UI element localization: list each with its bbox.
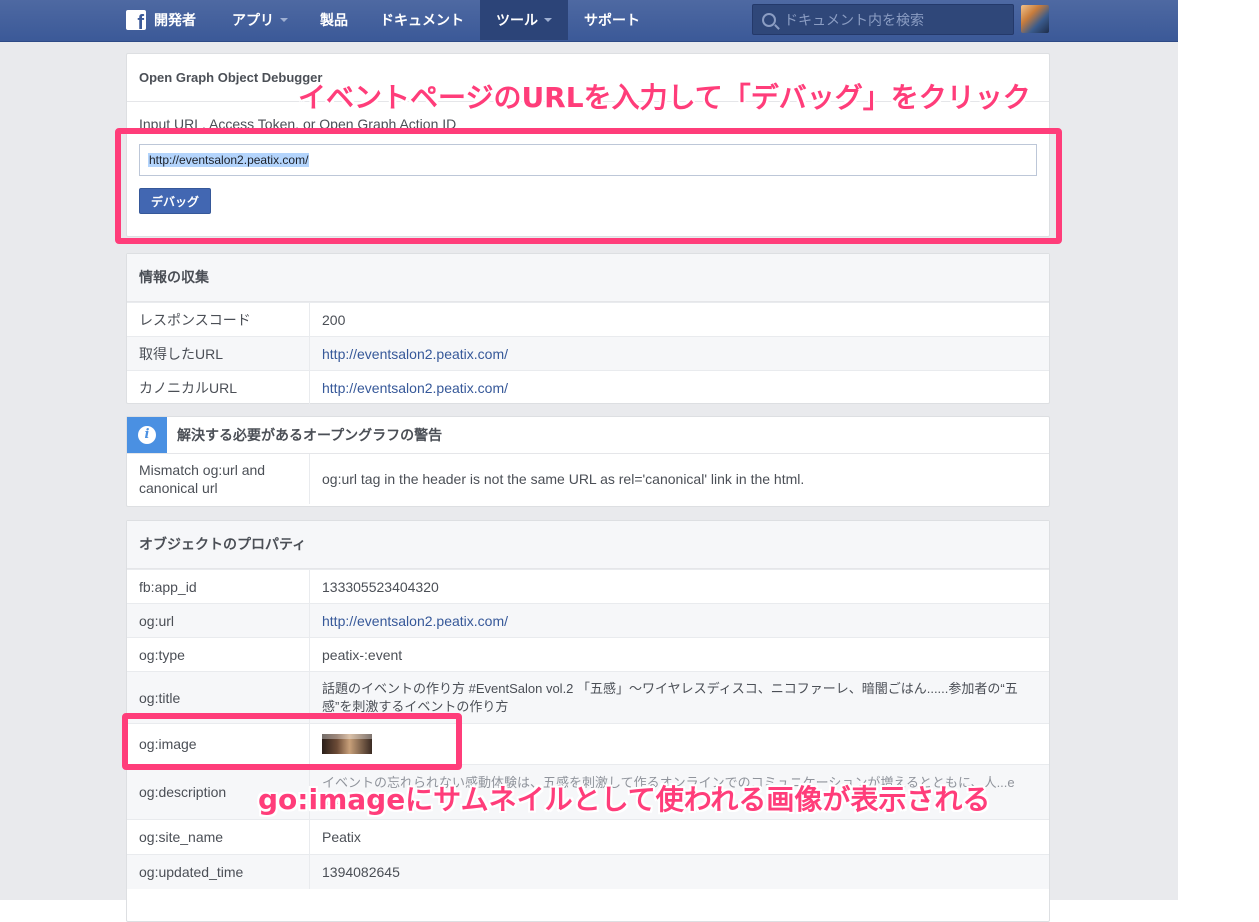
table-row: og:url http://eventsalon2.peatix.com/ [127,603,1049,637]
search-input[interactable] [782,10,1006,29]
nav-item-label: ツール [496,12,538,28]
nav-item-products[interactable]: 製品 [304,0,364,40]
highlight-url-input-box [115,128,1062,244]
row-key: og:url [127,604,310,637]
row-value: http://eventsalon2.peatix.com/ [310,337,1049,370]
row-key: カノニカルURL [127,371,310,404]
search-icon [762,12,776,27]
warnings-panel: i 解決する必要があるオープングラフの警告 Mismatch og:url an… [126,416,1050,507]
warnings-header: i 解決する必要があるオープングラフの警告 [127,417,1049,454]
table-row: 取得したURL http://eventsalon2.peatix.com/ [127,336,1049,370]
nav-bar: f 開発者 アプリ 製品 ドキュメント ツール サポート [126,0,656,40]
info-icon: i [127,417,167,453]
nav-item-label: アプリ [232,12,274,28]
row-key: fb:app_id [127,570,310,603]
facebook-logo-icon[interactable]: f [126,10,146,33]
fetched-url-link[interactable]: http://eventsalon2.peatix.com/ [322,346,508,362]
table-row: Mismatch og:url and canonical url og:url… [127,454,1049,504]
annotation-bottom: go:imageにサムネイルとして使われる画像が表示される [258,783,991,816]
table-row: og:updated_time 1394082645 [127,854,1049,889]
caret-down-icon [280,18,288,22]
nav-item-tools[interactable]: ツール [480,0,568,40]
table-row: og:site_name Peatix [127,819,1049,854]
properties-title: オブジェクトのプロパティ [127,521,1049,569]
caret-down-icon [544,18,552,22]
row-key: og:site_name [127,820,310,854]
developers-brand-link[interactable]: 開発者 [154,10,196,30]
row-key: og:updated_time [127,855,310,889]
nav-item-docs[interactable]: ドキュメント [364,0,480,40]
table-row: レスポンスコード 200 [127,302,1049,336]
warning-value: og:url tag in the header is not the same… [322,471,805,487]
og-url-link[interactable]: http://eventsalon2.peatix.com/ [322,613,508,629]
canonical-url-link[interactable]: http://eventsalon2.peatix.com/ [322,380,508,396]
row-value: Peatix [322,829,361,845]
docs-search-box[interactable] [752,4,1014,35]
nav-item-apps[interactable]: アプリ [216,0,304,40]
row-value: 200 [322,311,346,328]
scrape-info-panel: 情報の収集 レスポンスコード 200 取得したURL http://events… [126,253,1050,404]
row-value: 1394082645 [322,864,400,880]
row-value: peatix-:event [322,646,403,663]
scrape-info-rows: レスポンスコード 200 取得したURL http://eventsalon2.… [127,302,1049,404]
warnings-title: 解決する必要があるオープングラフの警告 [177,427,443,443]
table-row: カノニカルURL http://eventsalon2.peatix.com/ [127,370,1049,404]
row-key: 取得したURL [127,337,310,370]
highlight-og-image-box [122,713,462,770]
table-row: fb:app_id 133305523404320 [127,569,1049,603]
row-value: http://eventsalon2.peatix.com/ [310,604,1049,637]
annotation-top: イベントページのURLを入力して「デバッグ」をクリック [298,81,1031,114]
row-key: レスポンスコード [127,303,310,336]
scrape-info-title: 情報の収集 [127,254,1049,302]
row-value: 133305523404320 [322,578,439,595]
right-margin [1178,0,1259,900]
top-navigation-bar: f 開発者 アプリ 製品 ドキュメント ツール サポート [0,0,1178,42]
row-key: og:type [127,638,310,671]
nav-item-label: ドキュメント [380,12,464,28]
nav-item-label: 製品 [320,12,348,28]
row-value: http://eventsalon2.peatix.com/ [310,371,1049,404]
nav-item-label: サポート [584,12,640,28]
nav-item-support[interactable]: サポート [568,0,656,40]
table-row: og:type peatix-:event [127,637,1049,671]
warning-key: Mismatch og:url and canonical url [127,454,310,504]
user-avatar[interactable] [1021,5,1049,33]
